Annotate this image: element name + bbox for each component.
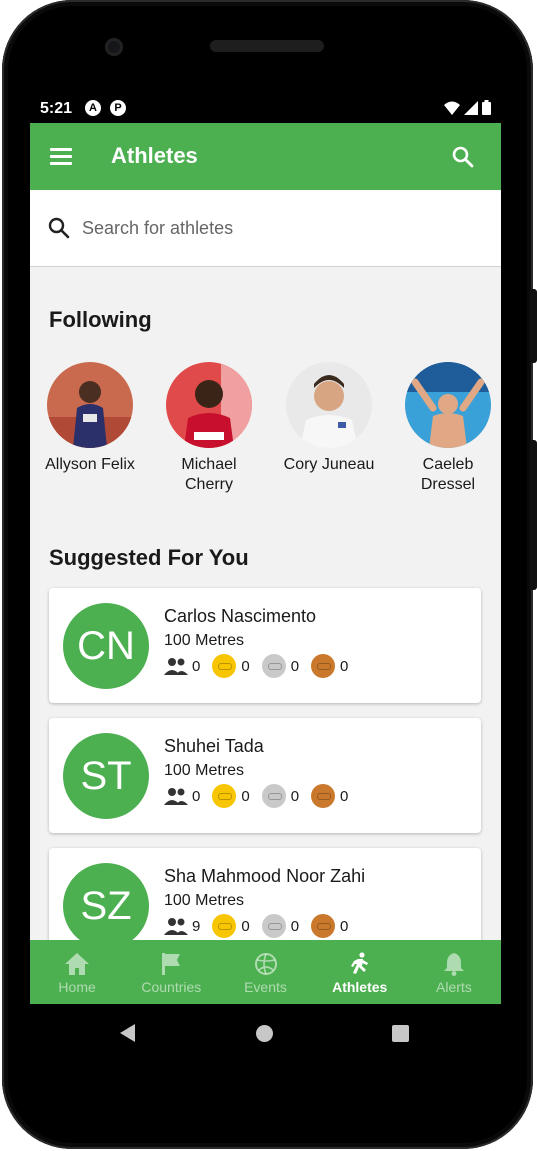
runner-icon — [350, 952, 368, 974]
search-icon — [48, 217, 70, 239]
followers-icon — [164, 658, 188, 675]
following-athlete[interactable]: Cory Juneau — [274, 362, 384, 475]
battery-icon — [482, 100, 491, 115]
athlete-event: 100 Metres — [164, 892, 245, 909]
followers-count: 9 — [192, 917, 201, 935]
gold-count: 0 — [241, 787, 250, 805]
signal-icon — [464, 100, 478, 115]
bronze-count: 0 — [340, 787, 349, 805]
followers-count: 0 — [192, 657, 201, 675]
search-input[interactable]: Search for athletes — [82, 218, 233, 239]
nav-home-label: Home — [58, 979, 96, 995]
search-bar[interactable]: Search for athletes — [30, 190, 501, 267]
suggested-heading: Suggested For You — [49, 545, 249, 570]
bronze-medal-icon — [311, 654, 336, 678]
athlete-name: Shuhei Tada — [164, 736, 264, 756]
nav-athletes-label: Athletes — [332, 979, 388, 995]
gold-medal-icon — [212, 654, 237, 678]
avatar: ST — [63, 733, 149, 819]
status-right-icons — [444, 100, 491, 115]
bell-icon — [443, 953, 464, 976]
silver-medal-icon — [261, 784, 286, 808]
menu-icon[interactable] — [50, 148, 72, 165]
power-button — [530, 289, 537, 363]
nav-countries-label: Countries — [141, 979, 202, 995]
bronze-medal-icon — [311, 914, 336, 938]
system-nav-bar — [30, 1004, 501, 1062]
search-icon[interactable] — [451, 145, 475, 169]
gold-count: 0 — [241, 917, 250, 935]
front-camera — [105, 38, 123, 56]
bronze-count: 0 — [340, 657, 349, 675]
avatar[interactable] — [286, 362, 372, 448]
gold-medal-icon — [212, 914, 237, 938]
nav-countries[interactable]: Countries — [124, 940, 218, 1004]
following-heading: Following — [49, 307, 152, 332]
volume-button — [530, 440, 537, 590]
athlete-event: 100 Metres — [164, 762, 245, 779]
nav-events-label: Events — [244, 979, 287, 995]
recents-icon[interactable] — [392, 1025, 409, 1042]
athlete-card[interactable]: CN Carlos Nascimento 100 Metres 0 0 0 0 — [49, 588, 481, 703]
nav-events[interactable]: Events — [218, 940, 312, 1004]
athlete-name: Michael Cherry — [181, 456, 237, 493]
bronze-count: 0 — [340, 917, 349, 935]
notification-icon-a: A — [85, 100, 101, 116]
silver-count: 0 — [290, 657, 300, 675]
followers-icon — [164, 918, 188, 935]
home-circle-icon[interactable] — [256, 1025, 273, 1042]
gold-medal-icon — [212, 784, 237, 808]
avatar[interactable] — [47, 362, 133, 448]
athlete-stats: 0 0 0 0 — [164, 654, 360, 678]
athlete-name: Carlos Nascimento — [164, 606, 317, 626]
screen: 5:21 A P Athletes Search for athletes Fo… — [30, 92, 501, 1004]
nav-alerts-label: Alerts — [436, 979, 472, 995]
notification-icon-p: P — [110, 100, 126, 116]
following-athlete[interactable]: Michael Cherry — [154, 362, 264, 495]
app-bar: Athletes — [30, 123, 501, 190]
nav-alerts[interactable]: Alerts — [407, 940, 501, 1004]
volleyball-icon — [254, 953, 277, 975]
followers-count: 0 — [192, 787, 201, 805]
status-time: 5:21 — [40, 100, 73, 117]
wifi-icon — [444, 101, 460, 115]
gold-count: 0 — [241, 657, 250, 675]
back-icon[interactable] — [120, 1024, 135, 1042]
athlete-event: 100 Metres — [164, 632, 245, 649]
bottom-nav: Home Countries Events Athletes Alerts — [30, 940, 501, 1004]
silver-medal-icon — [261, 654, 286, 678]
avatar: CN — [63, 603, 149, 689]
silver-medal-icon — [261, 914, 286, 938]
avatar[interactable] — [166, 362, 252, 448]
following-athlete[interactable]: Allyson Felix — [35, 362, 145, 475]
athlete-stats: 0 0 0 0 — [164, 784, 360, 808]
athlete-name: Allyson Felix — [45, 456, 135, 473]
silver-count: 0 — [290, 917, 300, 935]
athlete-card[interactable]: ST Shuhei Tada 100 Metres 0 0 0 0 — [49, 718, 481, 833]
status-bar: 5:21 A P — [30, 92, 501, 123]
athlete-name: Caeleb Dressel — [420, 456, 476, 493]
nav-athletes[interactable]: Athletes — [313, 940, 407, 1004]
home-icon — [65, 953, 90, 975]
followers-icon — [164, 788, 188, 805]
avatar[interactable] — [405, 362, 491, 448]
bronze-medal-icon — [311, 784, 336, 808]
athlete-name: Cory Juneau — [283, 456, 375, 473]
phone-frame: 5:21 A P Athletes Search for athletes Fo… — [0, 0, 537, 1151]
nav-home[interactable]: Home — [30, 940, 124, 1004]
following-athlete[interactable]: Caeleb Dressel — [393, 362, 501, 495]
flag-icon — [162, 953, 181, 975]
earpiece-speaker — [210, 40, 324, 52]
page-title: Athletes — [111, 143, 198, 168]
athlete-name: Sha Mahmood Noor Zahi — [164, 866, 366, 886]
athlete-stats: 9 0 0 0 — [164, 914, 360, 938]
silver-count: 0 — [290, 787, 300, 805]
avatar: SZ — [63, 863, 149, 949]
